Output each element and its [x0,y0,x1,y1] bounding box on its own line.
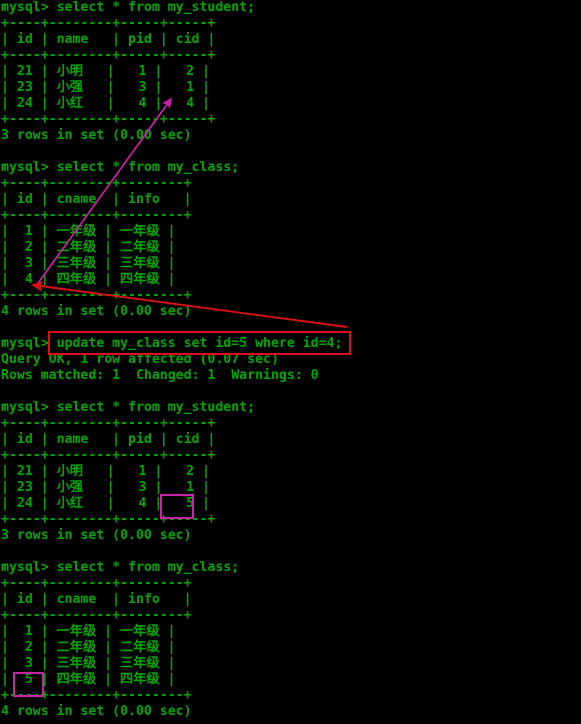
annotation-arrow-layer [31,97,348,328]
class-id-5-highlight [13,672,44,697]
mysql-terminal-window: mysql> select * from my_student; +----+-… [0,0,581,724]
update-statement-box [48,331,351,355]
magenta-fk-arrow [35,97,172,287]
cid-value-5-highlight [160,494,194,519]
red-update-arrow [31,280,348,328]
